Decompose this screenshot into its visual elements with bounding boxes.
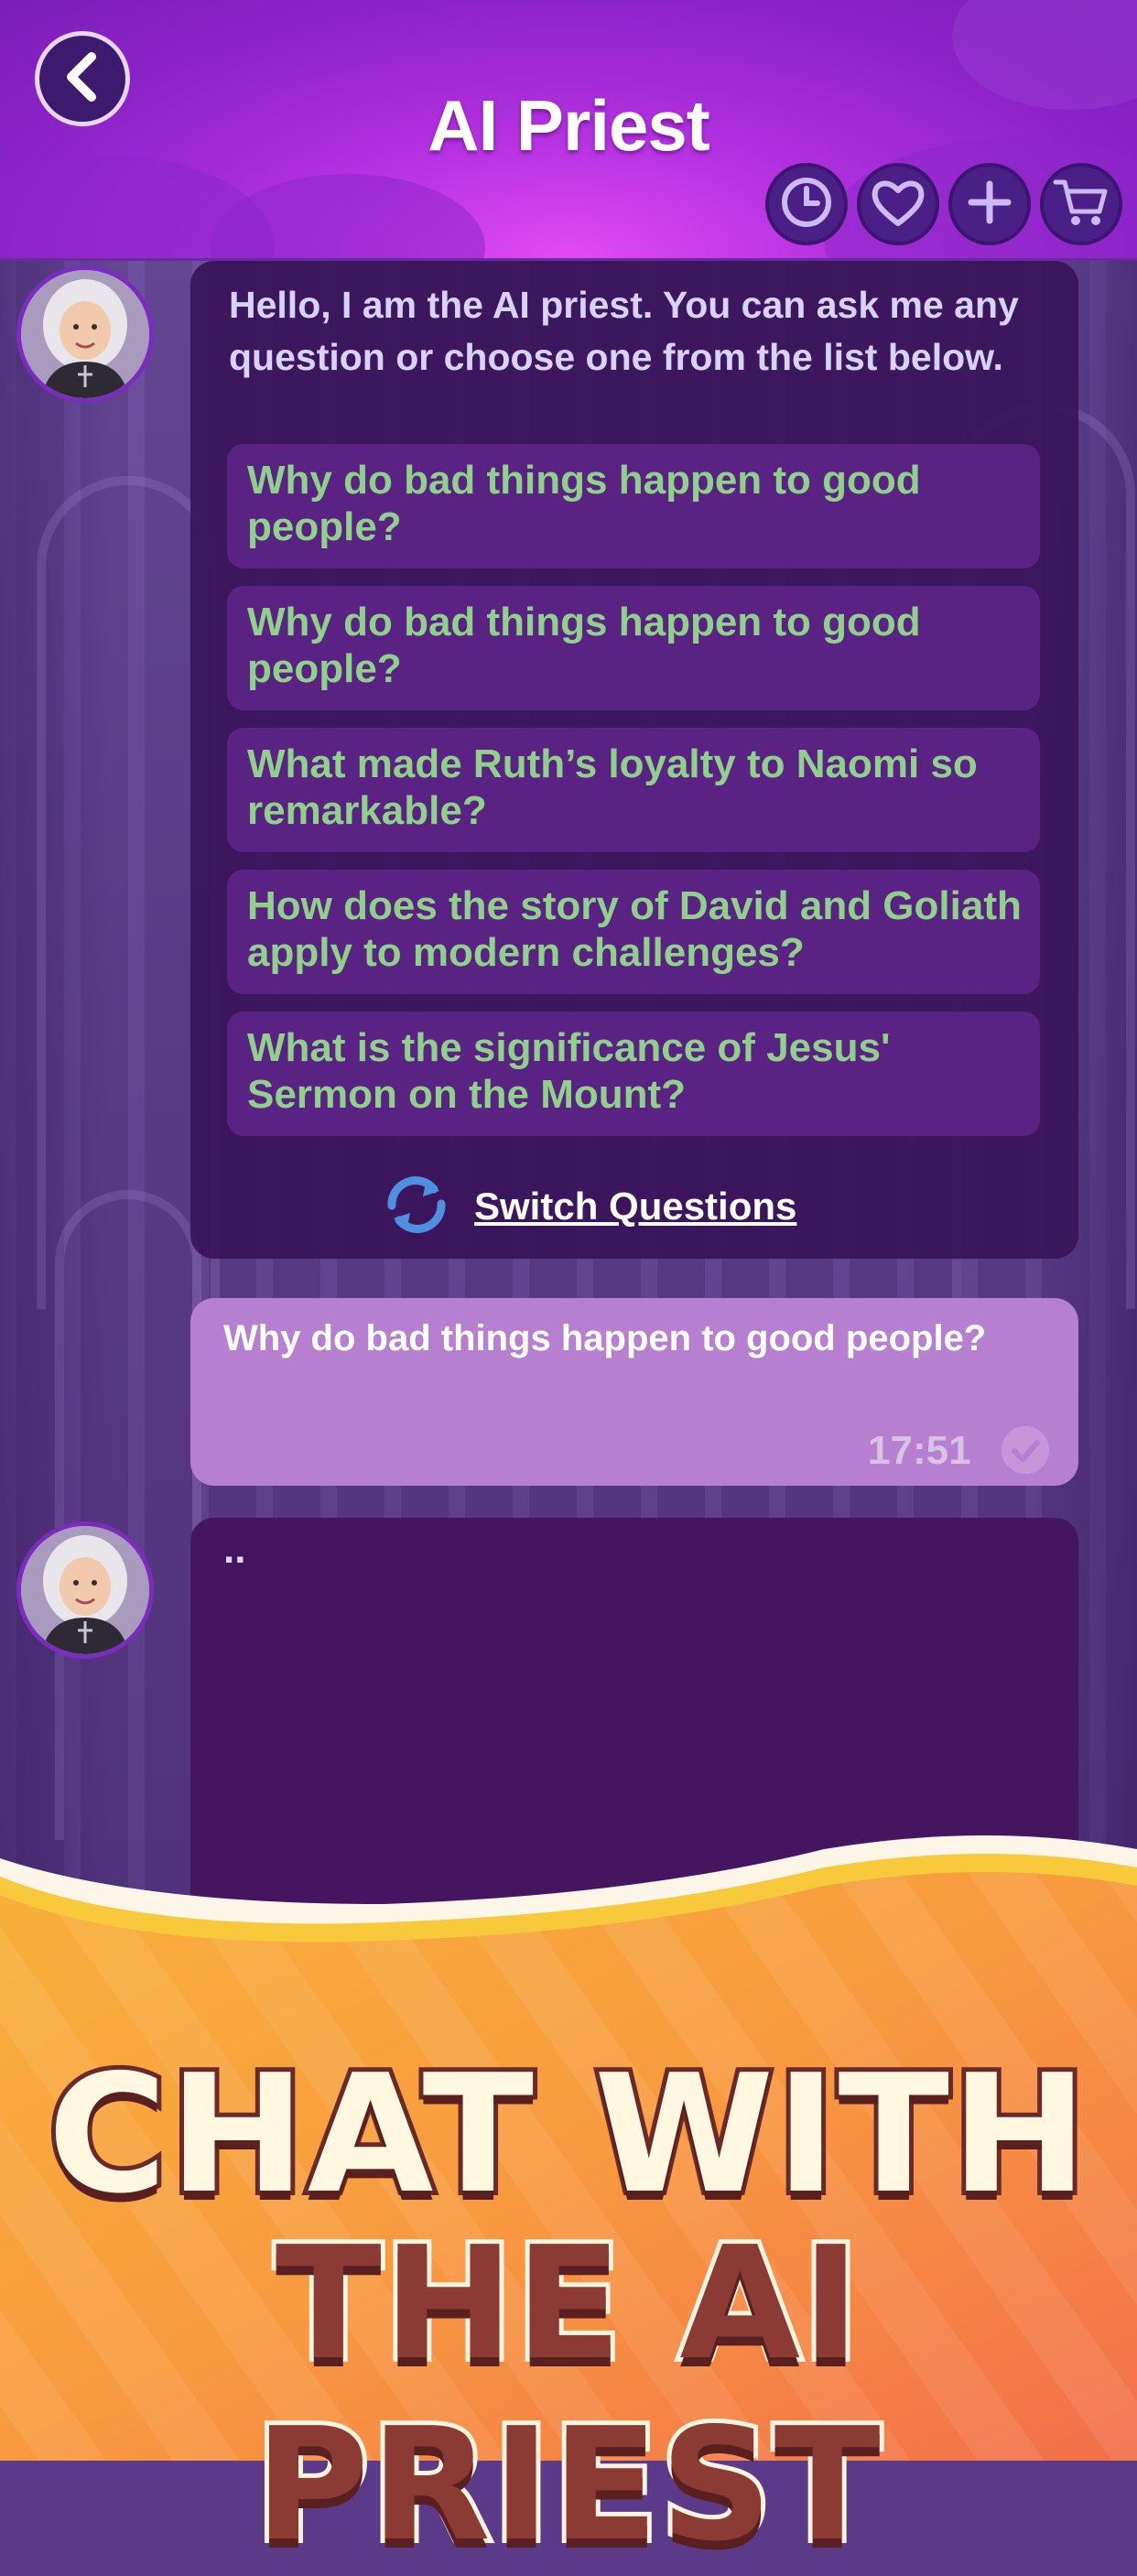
- priest-avatar: [16, 265, 154, 403]
- plus-icon: [964, 177, 1015, 233]
- refresh-icon: [379, 1173, 454, 1241]
- page-title: AI Priest: [428, 85, 709, 166]
- suggested-question-2[interactable]: Why do bad things happen to good people?: [227, 586, 1040, 710]
- promo-headline-line1: CHAT WITH: [43, 2035, 1092, 2234]
- history-icon: [778, 174, 835, 235]
- suggested-question-3[interactable]: What made Ruth’s loyalty to Naomi so rem…: [227, 728, 1040, 852]
- suggested-question-1[interactable]: Why do bad things happen to good people?: [227, 444, 1040, 568]
- greeting-text: Hello, I am the AI priest. You can ask m…: [229, 284, 1019, 378]
- favorites-button[interactable]: [857, 163, 939, 245]
- cart-icon: [1052, 175, 1110, 234]
- priest-avatar: [16, 1521, 154, 1659]
- user-message-text: Why do bad things happen to good people?: [223, 1318, 987, 1358]
- promo-headline-line2: THE AI PRIEST: [250, 2209, 884, 2576]
- message-timestamp: 17:51: [868, 1428, 971, 1473]
- new-chat-button[interactable]: [948, 163, 1031, 245]
- read-check-icon: [1002, 1426, 1049, 1474]
- suggested-question-4[interactable]: How does the story of David and Goliath …: [227, 870, 1040, 994]
- heart-icon: [870, 176, 926, 233]
- switch-questions-label: Switch Questions: [474, 1185, 797, 1228]
- app-header: AI Priest: [0, 0, 1137, 261]
- shop-button[interactable]: [1040, 163, 1122, 245]
- suggested-question-5[interactable]: What is the significance of Jesus' Sermo…: [227, 1012, 1040, 1136]
- switch-questions-button[interactable]: Switch Questions: [379, 1174, 796, 1239]
- user-message-bubble: Why do bad things happen to good people?…: [190, 1298, 1078, 1486]
- history-button[interactable]: [765, 163, 848, 245]
- typing-indicator: ..: [223, 1527, 246, 1572]
- bot-message-bubble: Hello, I am the AI priest. You can ask m…: [190, 261, 1078, 1259]
